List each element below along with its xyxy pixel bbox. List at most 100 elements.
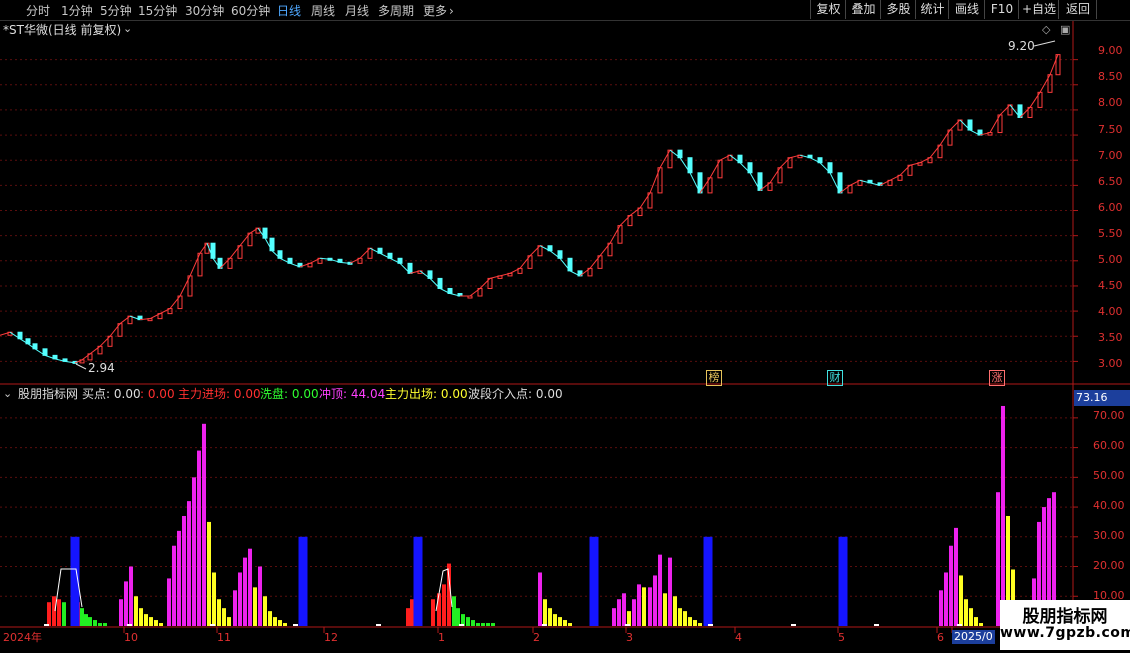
candle-body: [147, 318, 153, 322]
indicator-bar: [668, 557, 672, 626]
candle-body: [867, 179, 873, 184]
period-tab-monthly[interactable]: 月线: [345, 2, 369, 19]
top-toolbar: 分时 1分钟 5分钟 15分钟 30分钟 60分钟 日线 周线 月线 多周期 更…: [0, 0, 1130, 21]
x-label: 1: [438, 631, 445, 644]
x-label: 5: [838, 631, 845, 644]
indicator-bar: [187, 501, 191, 626]
indicator-bar: [553, 614, 557, 626]
indicator-bar: [212, 572, 216, 626]
indicator-bar: [543, 599, 547, 626]
period-tab-daily[interactable]: 日线: [277, 2, 301, 19]
chevron-down-icon[interactable]: ⌄: [123, 22, 132, 36]
price-tick: 5.00: [1098, 253, 1123, 266]
list-marker[interactable]: 榜: [706, 370, 722, 386]
statistics-button[interactable]: 统计: [915, 0, 949, 19]
indicator-menu-icon[interactable]: ⌄: [3, 387, 12, 401]
back-button[interactable]: 返回: [1058, 0, 1097, 19]
finance-marker[interactable]: 财: [827, 370, 843, 386]
indicator-bar: [949, 545, 953, 626]
indicator-bar: [563, 620, 567, 626]
indicator-bar: [617, 599, 621, 626]
watermark-badge: 股朋指标网 www.7gpzb.com: [1000, 600, 1130, 650]
candle-body: [437, 277, 443, 289]
indicator-bar: [688, 617, 692, 626]
indicator-bar: [222, 608, 226, 626]
indicator-bar: [253, 587, 257, 626]
indicator-bar: [589, 536, 599, 626]
period-tab-60min[interactable]: 60分钟: [231, 2, 270, 19]
panel-toggle-icon[interactable]: ▣: [1060, 23, 1070, 37]
chart-frame: [0, 21, 1130, 633]
rise-marker[interactable]: 涨: [989, 370, 1005, 386]
price-tick: 6.00: [1098, 201, 1123, 214]
multi-stock-button[interactable]: 多股: [880, 0, 916, 19]
candle-body: [427, 270, 433, 279]
indicator-bar: [149, 617, 153, 626]
indicator-bar: [233, 590, 237, 626]
more-label: 更多: [423, 4, 448, 18]
indicator-bar: [558, 617, 562, 626]
main-entry-value: 主力进场: 0.00: [178, 387, 261, 401]
candle-body: [677, 149, 683, 159]
indicator-tick: 70.00: [1093, 409, 1125, 422]
candle-body: [467, 295, 473, 299]
candle-body: [737, 154, 743, 164]
f10-button[interactable]: F10: [984, 0, 1019, 19]
price-segment: [249, 227, 259, 234]
candle-body: [837, 172, 843, 194]
watermark-url: www.7gpzb.com: [1000, 625, 1130, 641]
indicator-bar: [119, 599, 123, 626]
indicator-bar: [217, 599, 221, 626]
indicator-bar: [939, 590, 943, 626]
indicator-bar: [627, 611, 631, 626]
indicator-bar: [124, 581, 128, 626]
candle-body: [277, 250, 283, 259]
indicator-bar: [207, 521, 211, 626]
indicator-bar: [278, 620, 282, 626]
indicator-bar: [969, 608, 973, 626]
price-tick: 7.00: [1098, 149, 1123, 162]
chevron-right-icon: ›: [449, 4, 454, 18]
diamond-icon[interactable]: ◇: [1042, 23, 1050, 37]
chart-svg[interactable]: [0, 21, 1130, 650]
price-tick: 3.00: [1098, 357, 1123, 370]
period-tab-30min[interactable]: 30分钟: [185, 2, 224, 19]
period-tab-weekly[interactable]: 周线: [311, 2, 335, 19]
indicator-bar: [974, 617, 978, 626]
indicator-bar: [238, 572, 242, 626]
indicator-bar: [410, 599, 414, 626]
draw-line-button[interactable]: 画线: [948, 0, 985, 19]
candle-body: [447, 287, 453, 294]
indicator-bar: [698, 623, 702, 626]
add-favorite-button[interactable]: +自选: [1018, 0, 1059, 19]
indicator-bar: [298, 536, 308, 626]
x-label: 10: [124, 631, 138, 644]
indicator-bar: [182, 515, 186, 626]
indicator-bar: [144, 614, 148, 626]
period-tab-5min[interactable]: 5分钟: [100, 2, 132, 19]
indicator-bar: [486, 623, 490, 626]
more-menu-button[interactable]: 更多 ›: [423, 2, 454, 19]
baseline-dot: [708, 624, 713, 626]
indicator-bar: [57, 599, 61, 626]
baseline-dot: [625, 624, 630, 626]
indicator-bar: [159, 623, 163, 626]
indicator-bar: [413, 536, 423, 626]
indicator-bar: [442, 584, 446, 626]
restore-rights-button[interactable]: 复权: [810, 0, 846, 19]
price-tick: 9.00: [1098, 44, 1123, 57]
indicator-tick: 50.00: [1093, 469, 1125, 482]
indicator-bar: [283, 623, 287, 626]
indicator-bar: [154, 620, 158, 626]
period-tab-15min[interactable]: 15分钟: [138, 2, 177, 19]
indicator-bar: [673, 596, 677, 626]
period-tab-1min[interactable]: 1分钟: [61, 2, 93, 19]
period-tab-timeshare[interactable]: 分时: [26, 2, 50, 19]
candle-body: [387, 252, 393, 259]
candle-body: [377, 247, 383, 254]
overlay-button[interactable]: 叠加: [845, 0, 881, 19]
indicator-bar: [648, 587, 652, 626]
period-tab-multi[interactable]: 多周期: [378, 2, 414, 19]
x-label-current: 2025/0: [952, 630, 995, 644]
indicator-bar: [663, 593, 667, 626]
